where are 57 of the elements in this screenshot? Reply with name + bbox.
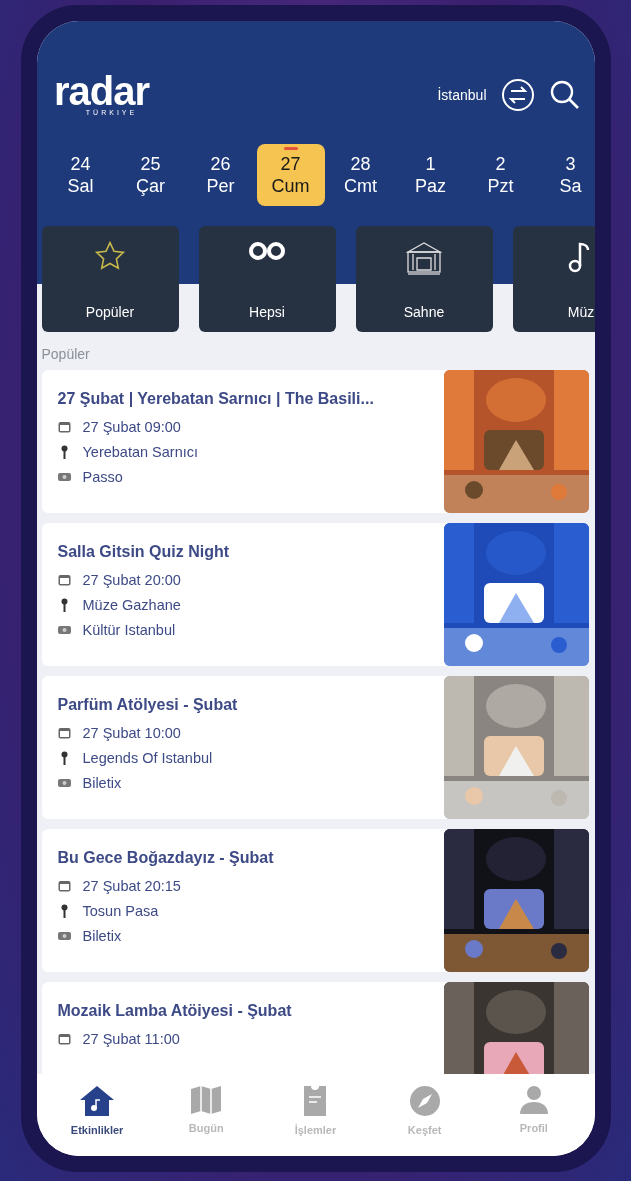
date-tab[interactable]: 24 Sal [46, 144, 115, 206]
ticket-seller: Biletix [82, 928, 122, 944]
event-date: 27 Şubat 09:00 [82, 419, 181, 435]
date-tab[interactable]: 28 Cmt [326, 144, 395, 206]
date-tab[interactable]: 2 Pzt [466, 144, 535, 206]
calendar-icon [57, 1033, 71, 1045]
calendar-icon [57, 880, 71, 892]
nav-tab[interactable]: Etkinlikler [52, 1084, 143, 1136]
ticket-icon [57, 472, 71, 482]
event-title: Salla Gitsin Quiz Night [57, 543, 231, 561]
date-tab[interactable]: 3 Sa [536, 144, 585, 206]
clipboard-icon [302, 1084, 329, 1118]
category-tile[interactable]: Popüler [41, 226, 179, 332]
date-tab[interactable]: 25 Çar [116, 144, 185, 206]
category-tile[interactable]: Hepsi [198, 226, 336, 332]
calendar-icon [57, 727, 71, 739]
event-title: Parfüm Atölyesi - Şubat [57, 696, 239, 714]
event-title: Bu Gece Boğazdayız - Şubat [57, 849, 275, 867]
date-tab[interactable]: 1 Paz [396, 144, 465, 206]
event-date: 27 Şubat 20:15 [82, 878, 181, 894]
category-tile[interactable]: Müz [512, 226, 595, 332]
event-card[interactable]: Mozaik Lamba Atöiyesi - Şubat 27 Şubat 11:00 [41, 982, 589, 1074]
event-venue: Tosun Pasa [82, 903, 159, 919]
ticket-icon [57, 931, 71, 941]
theater-icon [405, 240, 443, 276]
event-date: 27 Şubat 20:00 [82, 572, 181, 588]
map-icon [189, 1084, 224, 1116]
calendar-icon [57, 574, 71, 586]
swap-icon[interactable] [500, 77, 535, 112]
event-card[interactable]: Parfüm Atölyesi - Şubat 27 Şubat 10:00 Legends Of Istanbul Biletix [41, 676, 589, 819]
section-title: Popüler [40, 345, 91, 364]
profile-icon [518, 1084, 549, 1116]
event-date: 27 Şubat 11:00 [82, 1031, 180, 1047]
infinity-icon [247, 240, 287, 262]
city-label: İstanbul [437, 86, 487, 103]
date-tab[interactable]: 26 Per [186, 144, 255, 206]
event-date: 27 Şubat 10:00 [82, 725, 181, 741]
event-venue: Yerebatan Sarnıcı [82, 444, 199, 460]
date-tab[interactable]: 27 Cum [256, 144, 325, 206]
ticket-icon [57, 625, 71, 635]
ticket-icon [57, 778, 71, 788]
star-icon [93, 240, 127, 272]
category-tile[interactable]: Sahne [355, 226, 493, 332]
ticket-seller: Kültür Istanbul [82, 622, 176, 638]
event-venue: Legends Of Istanbul [82, 750, 213, 766]
event-card[interactable]: 27 Şubat | Yerebatan Sarnıcı | The Basili... 27 Şubat 09:00 Yerebatan Sarnıcı Passo [41, 370, 589, 513]
ticket-seller: Passo [82, 469, 123, 485]
calendar-icon [57, 421, 71, 433]
event-venue: Müze Gazhane [82, 597, 181, 613]
event-card[interactable]: Salla Gitsin Quiz Night 27 Şubat 20:00 Müze Gazhane Kültür Istanbul [41, 523, 589, 666]
search-icon[interactable] [548, 78, 581, 111]
event-title: 27 Şubat | Yerebatan Sarnıcı | The Basili... [57, 390, 375, 408]
event-title: Mozaik Lamba Atöiyesi - Şubat [57, 1002, 293, 1020]
logo: radar [53, 73, 150, 109]
compass-icon [407, 1084, 442, 1118]
ticket-seller: Biletix [82, 775, 122, 791]
event-card[interactable]: Bu Gece Boğazdayız - Şubat 27 Şubat 20:15 Tosun Pasa Biletix [41, 829, 589, 972]
